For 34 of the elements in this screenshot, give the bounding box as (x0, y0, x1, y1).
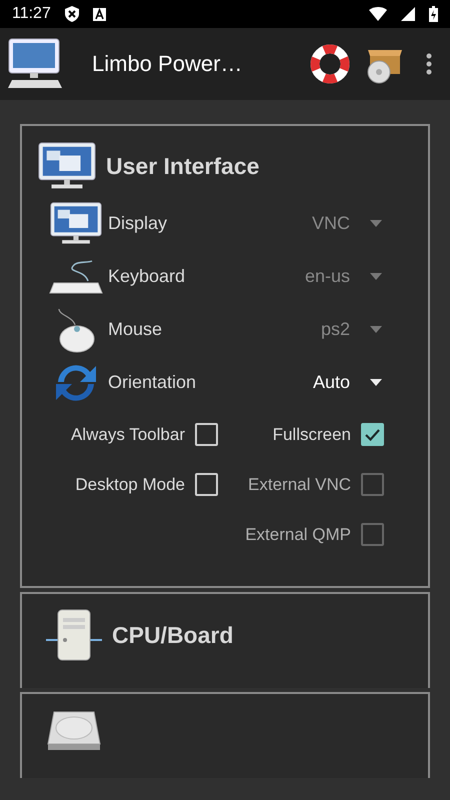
section-panel[interactable] (20, 692, 430, 778)
battery-icon (429, 6, 438, 22)
monitor-icon (38, 142, 96, 192)
more-menu-icon[interactable] (426, 53, 432, 75)
lifebuoy-icon[interactable] (310, 44, 350, 84)
setting-label: Display (108, 213, 168, 234)
section-title: CPU/Board (112, 622, 234, 649)
checkbox-label: Desktop Mode (75, 474, 185, 495)
computer-icon (8, 38, 62, 90)
keyboard-app-icon (92, 8, 106, 20)
keyboard-icon (48, 258, 104, 295)
dropdown-caret-icon (370, 326, 382, 334)
checkbox-label: Always Toolbar (70, 424, 185, 445)
section-title: User Interface (106, 153, 260, 180)
status-time: 11:27 (12, 5, 51, 23)
checkbox-label: External QMP (245, 524, 351, 545)
dropdown-caret-icon (370, 273, 382, 280)
wifi-icon (369, 7, 387, 21)
shield-icon (64, 6, 79, 22)
dropdown[interactable]: Auto (262, 372, 382, 394)
checkbox-label: Fullscreen (272, 424, 351, 445)
setting-label: Mouse (108, 319, 164, 340)
section-panel[interactable]: CPU/Board (20, 592, 430, 688)
app-title: Limbo Power… (92, 51, 244, 77)
checkbox[interactable] (361, 423, 384, 446)
signal-icon (401, 7, 415, 21)
check-icon (365, 428, 380, 441)
dropdown-caret-icon (370, 379, 382, 386)
dropdown-caret-icon (370, 220, 382, 228)
computer-tower-icon (46, 608, 102, 662)
monitor-icon (50, 202, 102, 246)
setting-label: Keyboard (108, 266, 186, 288)
checkbox-label: External VNC (248, 474, 351, 495)
setting-label: Orientation (108, 372, 198, 394)
